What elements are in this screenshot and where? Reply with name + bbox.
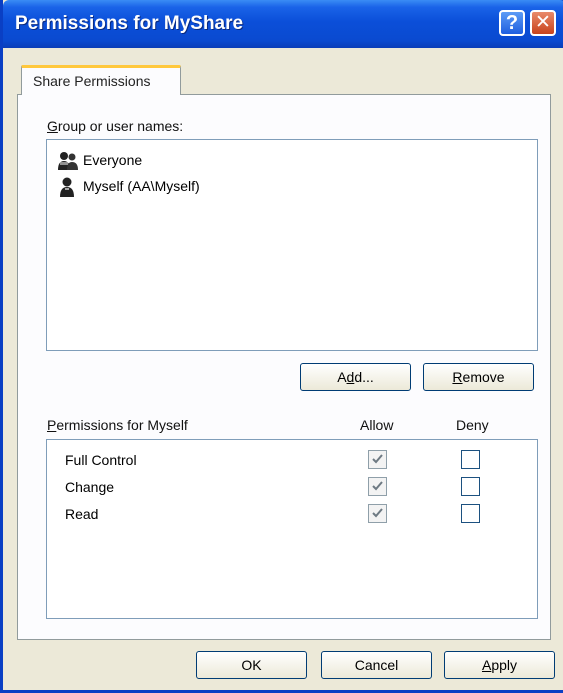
permission-row-read: Read: [65, 506, 98, 522]
permission-name: Change: [65, 479, 115, 495]
permissions-label-text: ermissions for Myself: [56, 417, 188, 433]
help-button[interactable]: ?: [499, 10, 525, 36]
close-icon: ✕: [535, 12, 551, 33]
checkmark-icon: [372, 508, 383, 518]
cancel-button[interactable]: Cancel: [321, 651, 432, 679]
add-button[interactable]: Add...: [300, 363, 411, 391]
checkmark-icon: [372, 454, 383, 464]
permission-name: Full Control: [65, 452, 137, 468]
user-icon: [57, 177, 77, 197]
remove-label-post: emove: [462, 369, 505, 385]
deny-read-checkbox[interactable]: [461, 504, 480, 523]
group-users-icon: [57, 151, 78, 171]
tab-label: Share Permissions: [33, 73, 151, 89]
list-item-label: Myself (AA\Myself): [83, 178, 200, 194]
apply-label-rest: pply: [491, 657, 518, 673]
help-icon: ?: [505, 12, 519, 34]
title-bar[interactable]: Permissions for MyShare ? ✕: [3, 0, 563, 48]
list-item-label: Everyone: [83, 152, 143, 168]
allow-change-checkbox[interactable]: [368, 477, 387, 496]
apply-label-mnemonic: A: [481, 657, 492, 673]
cancel-label: Cancel: [354, 657, 399, 673]
ok-label: OK: [241, 657, 262, 673]
permissions-label: Permissions for Myself: [47, 417, 188, 433]
tab-panel: Group or user names: Everyone Myself (AA…: [17, 94, 551, 640]
deny-full-control-checkbox[interactable]: [461, 450, 480, 469]
permissions-list[interactable]: Full Control Change Read: [46, 439, 538, 619]
allow-full-control-checkbox[interactable]: [368, 450, 387, 469]
deny-change-checkbox[interactable]: [461, 477, 480, 496]
apply-button[interactable]: Apply: [444, 651, 555, 679]
close-button[interactable]: ✕: [530, 10, 556, 36]
add-label-post: d...: [354, 369, 374, 385]
permissions-label-mnemonic: P: [47, 417, 57, 433]
tab-share-permissions[interactable]: Share Permissions: [21, 65, 181, 95]
groups-label: Group or user names:: [47, 118, 183, 134]
permission-row-change: Change: [65, 479, 114, 495]
groups-label-mnemonic: G: [47, 118, 58, 134]
permissions-dialog: Permissions for MyShare ? ✕ Share Permis…: [0, 0, 563, 693]
deny-column-header: Deny: [456, 417, 489, 433]
ok-button[interactable]: OK: [196, 651, 307, 679]
allow-read-checkbox[interactable]: [368, 504, 387, 523]
permission-name: Read: [65, 506, 99, 522]
dialog-body: Share Permissions Group or user names: E…: [6, 48, 563, 690]
permission-row-full-control: Full Control: [65, 452, 137, 468]
window-title: Permissions for MyShare: [15, 13, 244, 34]
allow-column-header: Allow: [360, 417, 394, 433]
checkmark-icon: [372, 481, 383, 491]
add-label-pre: A: [337, 369, 347, 385]
remove-label-mnemonic: R: [452, 369, 463, 385]
groups-label-text: roup or user names:: [57, 118, 184, 134]
remove-button[interactable]: Remove: [423, 363, 534, 391]
group-user-list[interactable]: Everyone Myself (AA\Myself): [46, 139, 538, 351]
